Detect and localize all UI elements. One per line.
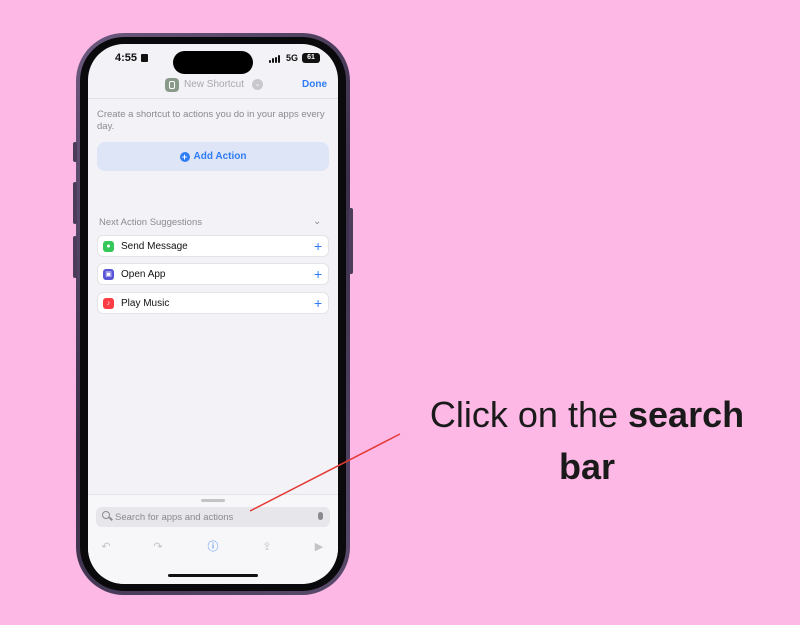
callout-regular-text: Click on the	[429, 394, 628, 435]
instruction-callout: Click on the search bar	[408, 389, 766, 493]
callout-arrow-line	[249, 433, 401, 512]
callout-arrow	[249, 433, 401, 512]
